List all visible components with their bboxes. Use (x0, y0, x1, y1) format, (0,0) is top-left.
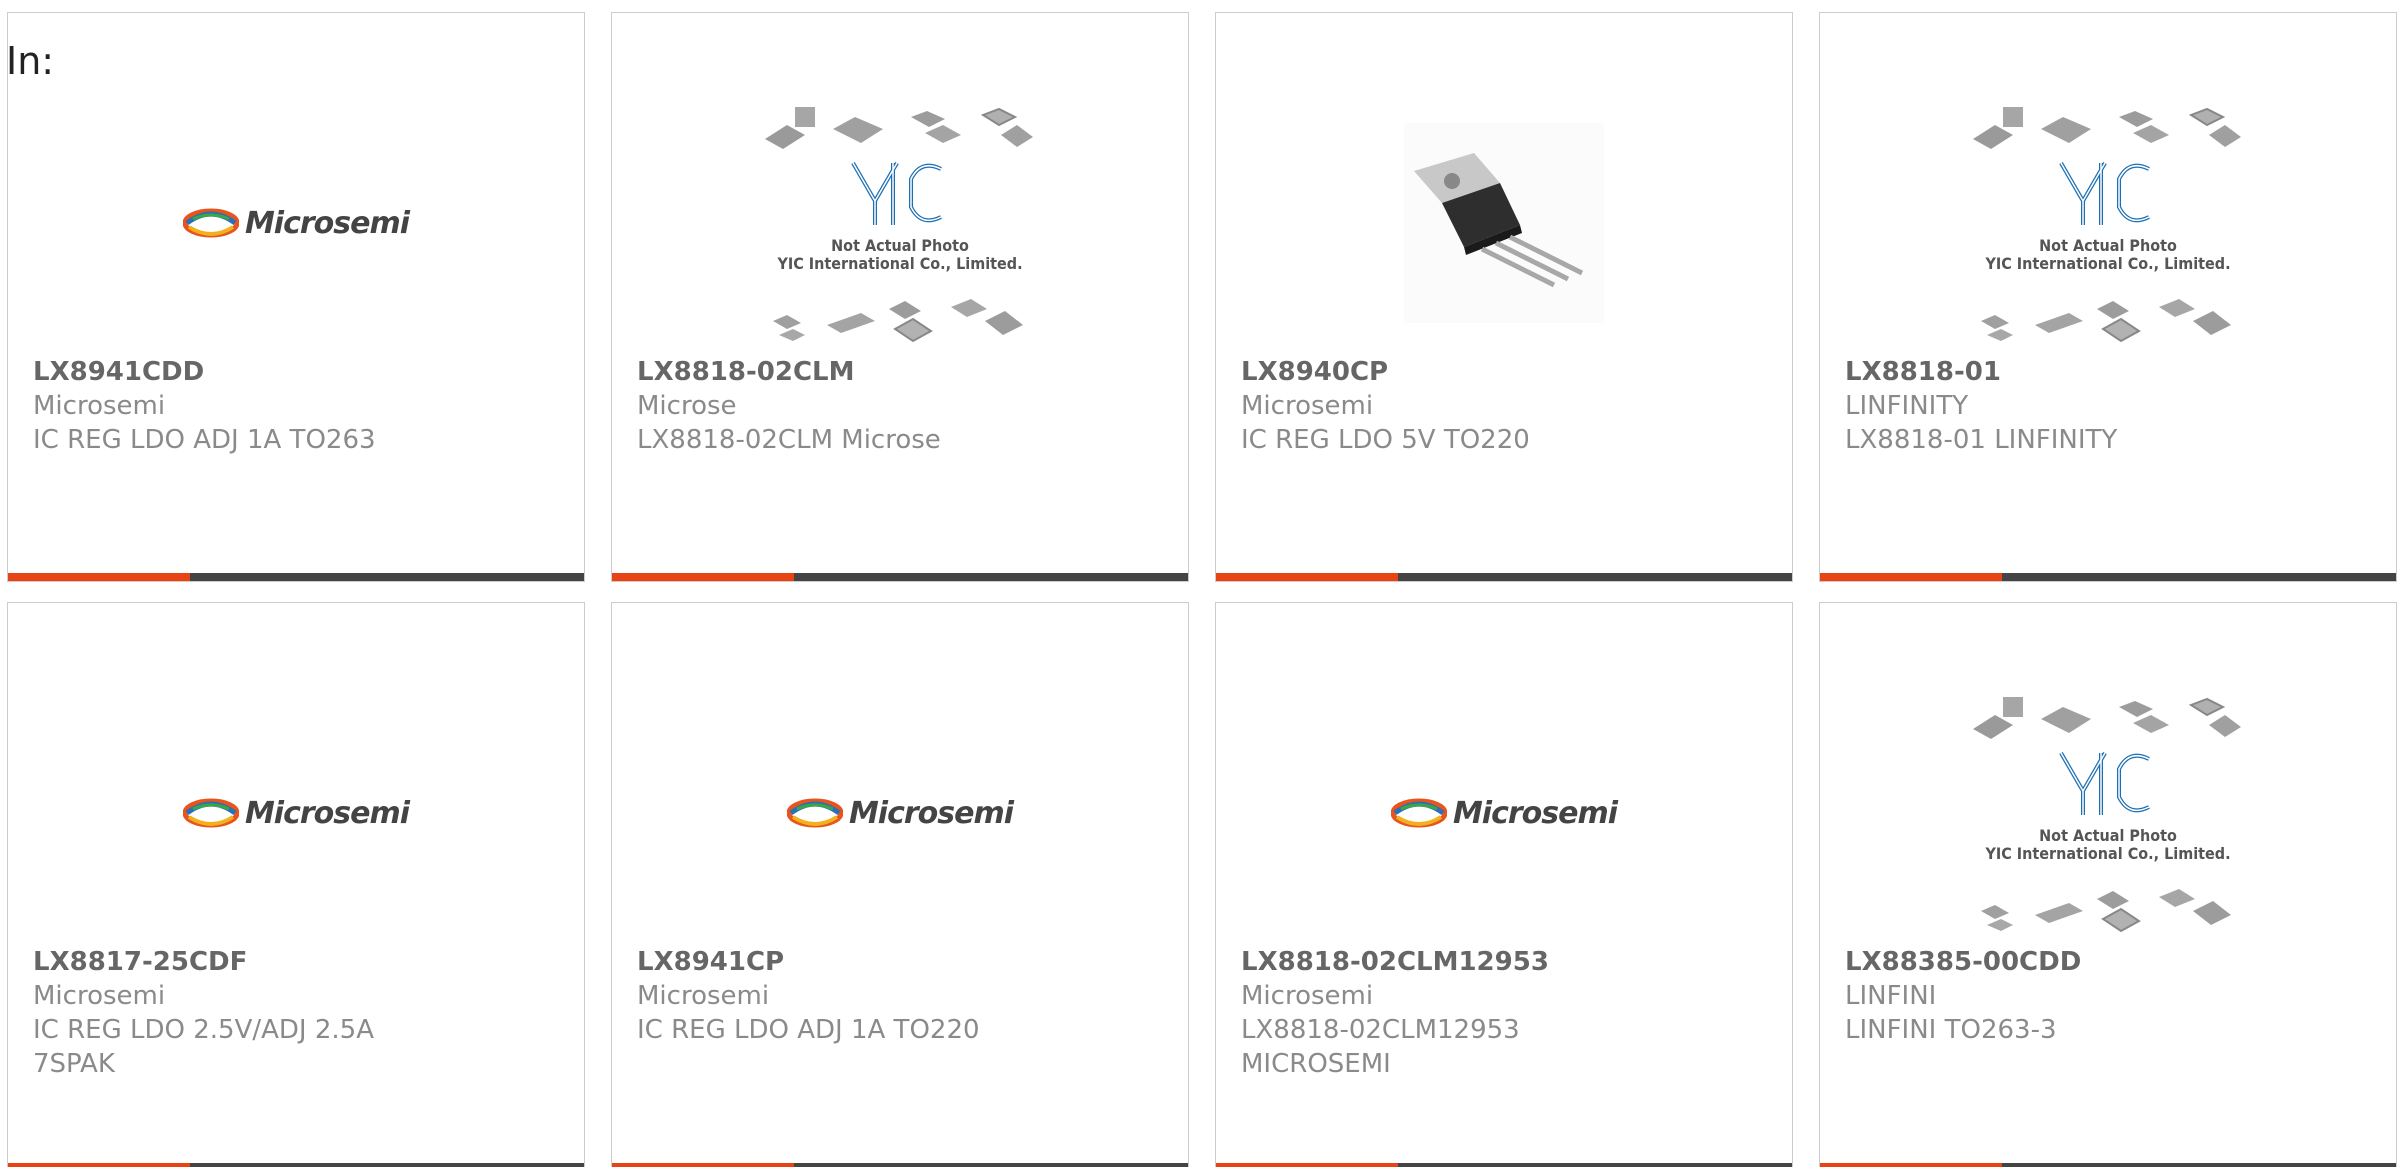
ic-packages-icon (765, 107, 1033, 343)
product-card[interactable]: Not Actual Photo YIC International Co., … (1819, 12, 2397, 582)
microsemi-logo-text: Microsemi (244, 205, 410, 241)
card-footer-accent (1820, 573, 2002, 581)
card-footer-accent (1216, 1163, 1398, 1167)
product-card[interactable]: Microsemi LX8817-25CDF Microsemi IC REG LD… (7, 602, 585, 1167)
to220-package-photo (1404, 123, 1604, 323)
product-description: IC REG LDO ADJ 1A TO263 (33, 425, 376, 455)
placeholder-line-2: YIC International Co., Limited. (777, 254, 1023, 273)
card-footer-bar (1820, 1163, 2396, 1167)
product-manufacturer: Microsemi (33, 391, 166, 421)
product-manufacturer: Microsemi (1241, 981, 1374, 1011)
product-manufacturer: LINFINI (1845, 981, 1937, 1011)
product-description: IC REG LDO 5V TO220 (1241, 425, 1530, 455)
product-grid-page: In: Microsemi LX8941CDD Microsemi IC REG L… (0, 0, 2400, 1167)
ic-packages-icon (1973, 107, 2241, 343)
product-card[interactable]: Microsemi LX8818-02CLM12953 Microsemi LX88… (1215, 602, 1793, 1167)
product-part-number[interactable]: LX8940CP (1241, 355, 1388, 389)
product-manufacturer: Microse (637, 391, 737, 421)
product-part-number[interactable]: LX8941CP (637, 945, 784, 979)
card-footer-accent (612, 573, 794, 581)
placeholder-line-1: Not Actual Photo (2039, 236, 2177, 255)
microsemi-logo: Microsemi (182, 205, 410, 241)
ic-packages-icon (1973, 697, 2241, 933)
microsemi-swirl-icon (182, 798, 239, 828)
card-footer-accent (1820, 1163, 2002, 1167)
product-card[interactable]: LX8940CP Microsemi IC REG LDO 5V TO220 (1215, 12, 1793, 582)
product-card[interactable]: Microsemi LX8941CP Microsemi IC REG LDO AD… (611, 602, 1189, 1167)
product-part-number[interactable]: LX8818-02CLM12953 (1241, 945, 1549, 979)
placeholder-line-2: YIC International Co., Limited. (1985, 254, 2231, 273)
product-part-number[interactable]: LX8941CDD (33, 355, 204, 389)
card-footer-bar (8, 1163, 584, 1167)
card-footer-accent (8, 1163, 190, 1167)
placeholder-line-1: Not Actual Photo (2039, 826, 2177, 845)
microsemi-logo-text: Microsemi (1452, 795, 1618, 831)
card-footer-accent (612, 1163, 794, 1167)
microsemi-swirl-icon (786, 798, 843, 828)
product-part-number[interactable]: LX8818-01 (1845, 355, 2001, 389)
product-image[interactable]: Not Actual Photo YIC International Co., … (1820, 683, 2396, 943)
product-image[interactable] (1216, 93, 1792, 353)
placeholder-line-1: Not Actual Photo (831, 236, 969, 255)
product-grid: Microsemi LX8941CDD Microsemi IC REG LDO A… (7, 12, 2400, 1167)
yic-placeholder-image: Not Actual Photo YIC International Co., … (1973, 103, 2243, 343)
product-card[interactable]: Not Actual Photo YIC International Co., … (1819, 602, 2397, 1167)
card-footer-bar (1216, 573, 1792, 581)
product-description: LX8818-02CLM Microse (637, 425, 941, 455)
product-description: LINFINI TO263-3 (1845, 1015, 2057, 1045)
card-footer-bar (612, 1163, 1188, 1167)
microsemi-logo-text: Microsemi (848, 795, 1014, 831)
placeholder-line-2: YIC International Co., Limited. (1985, 844, 2231, 863)
product-part-number[interactable]: LX8817-25CDF (33, 945, 247, 979)
card-footer-accent (1216, 573, 1398, 581)
yic-placeholder-image: Not Actual Photo YIC International Co., … (765, 103, 1035, 343)
product-description: LX8818-01 LINFINITY (1845, 425, 2118, 455)
product-part-number[interactable]: LX88385-00CDD (1845, 945, 2081, 979)
microsemi-swirl-icon (1390, 798, 1447, 828)
yic-placeholder-image: Not Actual Photo YIC International Co., … (1973, 693, 2243, 933)
product-manufacturer: Microsemi (1241, 391, 1374, 421)
card-footer-accent (8, 573, 190, 581)
microsemi-logo: Microsemi (1390, 795, 1618, 831)
product-card[interactable]: Microsemi LX8941CDD Microsemi IC REG LDO A… (7, 12, 585, 582)
product-description: IC REG LDO 2.5V/ADJ 2.5A 7SPAK (33, 1015, 374, 1079)
card-footer-bar (612, 573, 1188, 581)
product-image[interactable]: Microsemi (8, 93, 584, 353)
product-description: LX8818-02CLM12953 MICROSEMI (1241, 1015, 1520, 1079)
card-footer-bar (8, 573, 584, 581)
product-image[interactable]: Microsemi (8, 683, 584, 943)
product-part-number[interactable]: LX8818-02CLM (637, 355, 854, 389)
product-manufacturer: Microsemi (33, 981, 166, 1011)
in-label: In: (6, 39, 55, 83)
card-footer-bar (1216, 1163, 1792, 1167)
product-image[interactable]: Not Actual Photo YIC International Co., … (612, 93, 1188, 353)
microsemi-swirl-icon (182, 208, 239, 238)
product-manufacturer: LINFINITY (1845, 391, 1969, 421)
microsemi-logo: Microsemi (786, 795, 1014, 831)
microsemi-logo-text: Microsemi (244, 795, 410, 831)
product-image[interactable]: Not Actual Photo YIC International Co., … (1820, 93, 2396, 353)
product-image[interactable]: Microsemi (1216, 683, 1792, 943)
product-card[interactable]: Not Actual Photo YIC International Co., … (611, 12, 1189, 582)
product-image[interactable]: Microsemi (612, 683, 1188, 943)
microsemi-logo: Microsemi (182, 795, 410, 831)
product-manufacturer: Microsemi (637, 981, 770, 1011)
card-footer-bar (1820, 573, 2396, 581)
product-description: IC REG LDO ADJ 1A TO220 (637, 1015, 980, 1045)
